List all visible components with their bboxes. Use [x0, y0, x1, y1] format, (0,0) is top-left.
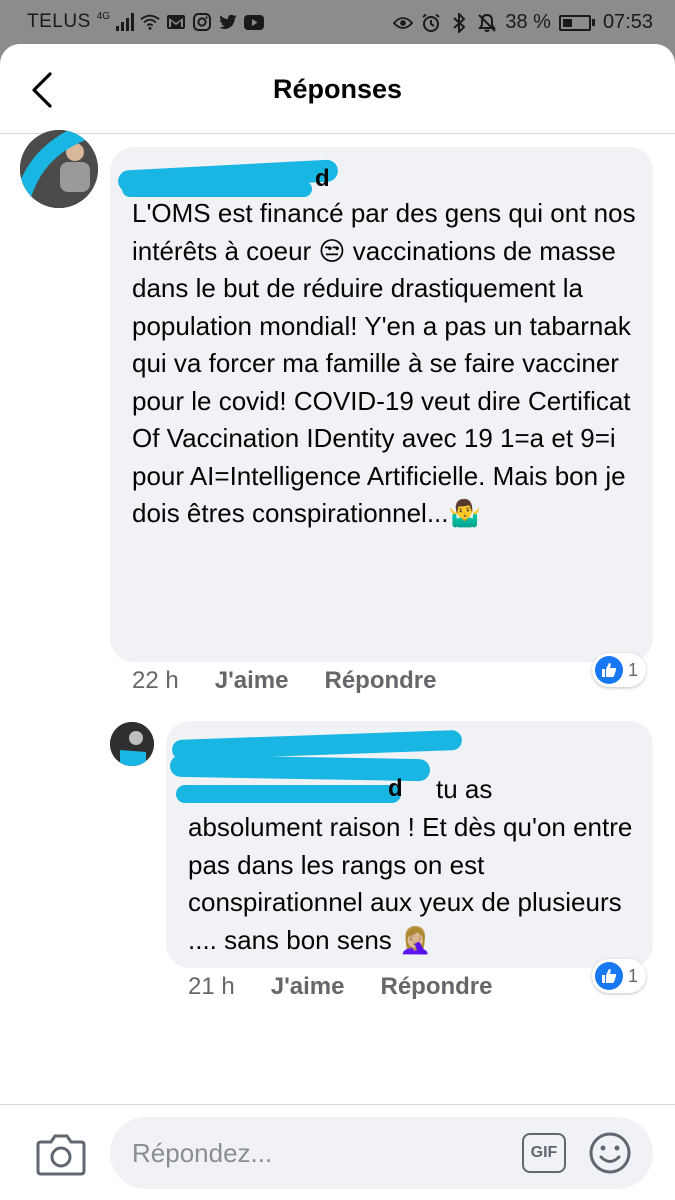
status-bar: TELUS 4G 38 % 07:53 [0, 0, 675, 44]
eye-icon [393, 13, 414, 33]
battery-icon [558, 14, 595, 31]
comment-bubble: d L'OMS est financé par des gens qui ont… [110, 147, 653, 662]
comment-text: L'OMS est financé par des gens qui ont n… [132, 198, 636, 528]
thumbs-up-icon [595, 656, 623, 684]
redaction-mark [176, 785, 401, 803]
reaction-number: 1 [628, 965, 639, 986]
gmail-icon [166, 12, 186, 32]
avatar[interactable] [20, 130, 98, 208]
comment-actions: 22 h J'aime Répondre [132, 667, 437, 695]
reply-field: GIF [110, 1117, 653, 1189]
reaction-number: 1 [628, 659, 639, 680]
like-button[interactable]: J'aime [215, 667, 289, 695]
status-bar-left: TELUS 4G [27, 10, 265, 33]
bluetooth-icon [449, 12, 469, 33]
comment-time: 21 h [188, 973, 235, 1000]
comment-actions: 21 h J'aime Répondre [188, 973, 493, 1001]
smiley-icon [589, 1132, 631, 1174]
page-title: Réponses [272, 74, 403, 104]
reaction-count[interactable]: 1 [592, 959, 647, 993]
gif-button[interactable]: GIF [522, 1133, 566, 1173]
comment-bubble: d tu as absolument raison ! Et dès qu'on… [166, 721, 653, 968]
wifi-icon [140, 12, 160, 32]
camera-icon [36, 1134, 86, 1176]
thumbs-up-icon [595, 962, 623, 990]
comment-text-start: tu as [436, 774, 493, 804]
status-bar-right: 38 % 07:53 [393, 11, 653, 34]
network-type: 4G [96, 10, 111, 22]
comment-author[interactable]: d [388, 775, 403, 803]
reply-button[interactable]: Répondre [324, 667, 436, 695]
reply-input[interactable] [132, 1135, 502, 1171]
reply-button[interactable]: Répondre [380, 973, 492, 1001]
instagram-icon [192, 12, 212, 32]
alarm-icon [421, 13, 441, 33]
signal-icon [116, 13, 135, 31]
camera-button[interactable] [36, 1132, 86, 1176]
reaction-count[interactable]: 1 [592, 653, 647, 687]
comment-time: 22 h [132, 667, 179, 694]
youtube-icon [244, 12, 265, 32]
twitter-icon [218, 12, 238, 32]
battery-percent: 38 % [505, 11, 551, 33]
like-button[interactable]: J'aime [271, 973, 345, 1001]
comment-text: absolument raison ! Et dès qu'on entre p… [188, 812, 633, 955]
reply-composer: GIF [0, 1104, 675, 1200]
emoji-button[interactable] [588, 1131, 632, 1175]
comment-author[interactable]: d [315, 165, 330, 193]
avatar[interactable] [110, 722, 154, 766]
clock: 07:53 [602, 11, 653, 33]
replies-sheet: Réponses d L'OMS est financé par des gen… [0, 44, 675, 1200]
carrier-name: TELUS [27, 11, 91, 32]
notifications-off-icon [477, 13, 497, 33]
header: Réponses [0, 44, 675, 134]
